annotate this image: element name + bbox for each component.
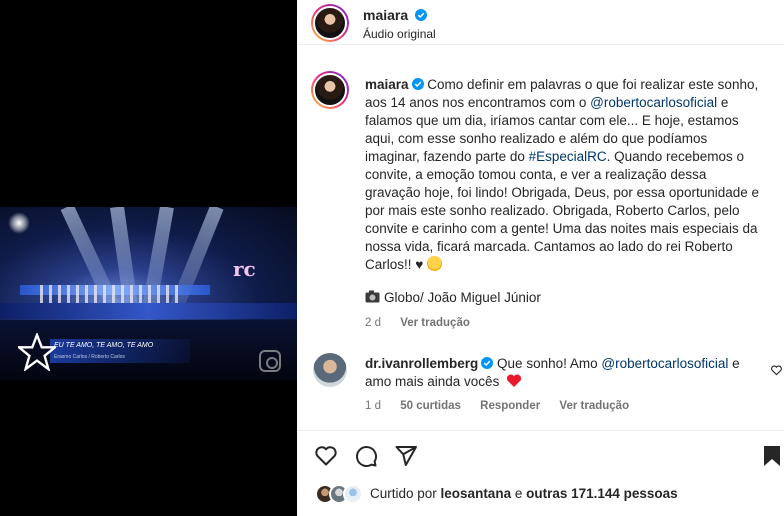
comment-text: dr.ivanrollemberg Que sonho! Amo @robert… bbox=[365, 355, 750, 391]
lower-third-subtitle: Erasmo Carlos / Roberto Carlos bbox=[54, 354, 125, 360]
post-media[interactable]: rc EU TE AMO, TE AMO, TE AMO Erasmo Carl… bbox=[0, 0, 297, 516]
comment-bubble-icon[interactable] bbox=[354, 444, 378, 468]
video-frame[interactable]: rc EU TE AMO, TE AMO, TE AMO Erasmo Carl… bbox=[0, 207, 297, 380]
caption-body: . Quando recebemos o convite, a emoção t… bbox=[365, 149, 760, 272]
liked-by-prefix: Curtido por bbox=[370, 486, 441, 501]
verified-icon bbox=[411, 78, 424, 90]
lower-third-title: EU TE AMO, TE AMO, TE AMO bbox=[54, 342, 154, 349]
caption-text: maiara Como definir em palavras o que fo… bbox=[365, 76, 765, 274]
photo-credit: Globo/ João Miguel Júnior bbox=[365, 290, 541, 305]
star-icon bbox=[18, 333, 56, 371]
caption-time[interactable]: 2 d bbox=[365, 317, 381, 329]
save-bookmark-icon[interactable] bbox=[760, 444, 784, 468]
liked-by-text: Curtido por leosantana e outras 171.144 … bbox=[370, 486, 678, 501]
comment-likes-count[interactable]: 50 curtidas bbox=[400, 400, 461, 412]
performers bbox=[40, 285, 180, 305]
liked-by-avatars[interactable] bbox=[315, 484, 365, 504]
stage-floor bbox=[0, 303, 297, 319]
smiling-hearts-emoji-icon bbox=[427, 256, 443, 271]
caption-meta: 2 d Ver tradução bbox=[365, 317, 486, 329]
post-header: maiara Áudio original bbox=[297, 0, 784, 45]
action-bar bbox=[297, 430, 784, 476]
liked-by-user-link[interactable]: leosantana bbox=[441, 486, 512, 501]
like-comment-heart-icon[interactable] bbox=[771, 365, 782, 376]
like-heart-icon[interactable] bbox=[314, 444, 338, 468]
commenter-avatar[interactable] bbox=[313, 353, 347, 387]
comment-meta: 1 d 50 curtidas Responder Ver tradução bbox=[365, 400, 645, 412]
verified-icon bbox=[481, 357, 494, 369]
post-panel: maiara Áudio original maiara Como defini… bbox=[297, 0, 784, 516]
comment-reply-button[interactable]: Responder bbox=[480, 400, 540, 412]
caption-mention-link[interactable]: @robertocarlosoficial bbox=[590, 95, 717, 110]
caption-hashtag-link[interactable]: #EspecialRC bbox=[529, 149, 607, 164]
instagram-watermark-icon bbox=[259, 350, 281, 372]
author-avatar[interactable] bbox=[311, 4, 349, 42]
liker-avatar bbox=[343, 484, 363, 504]
comment-mention-link[interactable]: @robertocarlosoficial bbox=[601, 356, 728, 371]
caption-avatar[interactable] bbox=[311, 71, 349, 109]
comment-body: Que sonho! Amo bbox=[493, 356, 602, 371]
liked-by-middle: e bbox=[511, 486, 527, 501]
comment-time[interactable]: 1 d bbox=[365, 400, 381, 412]
photo-credit-text: Globo/ João Miguel Júnior bbox=[384, 290, 541, 305]
caption-translate-button[interactable]: Ver tradução bbox=[400, 317, 470, 329]
channel-logo: rc bbox=[233, 257, 256, 281]
share-paper-plane-icon[interactable] bbox=[394, 444, 418, 468]
comment-translate-button[interactable]: Ver tradução bbox=[559, 400, 629, 412]
author-username[interactable]: maiara bbox=[363, 7, 408, 23]
audio-label[interactable]: Áudio original bbox=[363, 27, 436, 41]
liked-by-others-link[interactable]: outras 171.144 pessoas bbox=[526, 486, 678, 501]
red-heart-emoji-icon bbox=[507, 374, 522, 387]
camera-icon bbox=[365, 290, 380, 303]
commenter-username[interactable]: dr.ivanrollemberg bbox=[365, 356, 478, 371]
stage-light bbox=[8, 212, 30, 234]
verified-icon bbox=[415, 9, 428, 21]
caption-username[interactable]: maiara bbox=[365, 77, 409, 92]
